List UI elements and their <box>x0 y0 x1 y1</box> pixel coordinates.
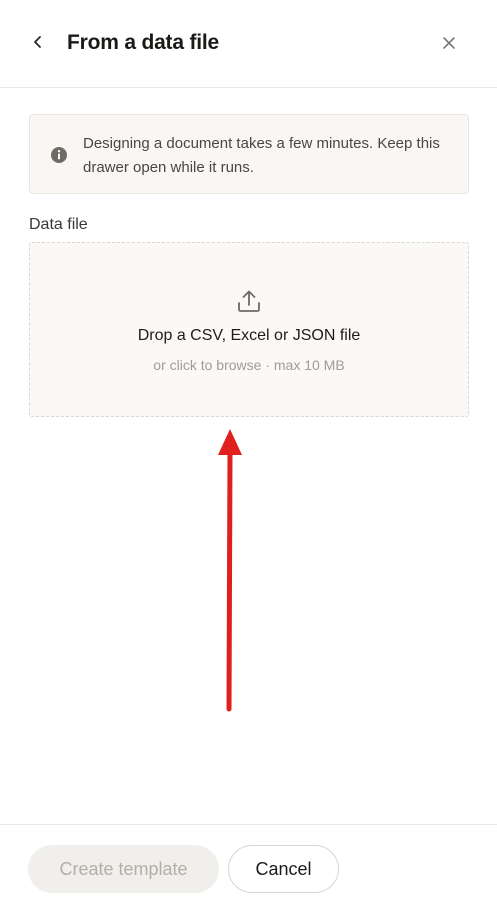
dropzone-title: Drop a CSV, Excel or JSON file <box>137 327 361 344</box>
cancel-button[interactable]: Cancel <box>228 845 339 893</box>
create-template-button[interactable]: Create template <box>28 845 219 893</box>
close-button[interactable] <box>437 31 461 55</box>
drawer-header: From a data file <box>0 0 497 88</box>
drawer: From a data file Designing a document ta… <box>0 0 497 911</box>
page-title: From a data file <box>67 31 220 54</box>
chevron-left-icon <box>34 36 41 48</box>
close-icon <box>443 37 455 49</box>
upload-icon <box>238 290 260 312</box>
notice-text: Designing a document takes a few minutes… <box>83 135 440 176</box>
data-file-label: Data file <box>29 216 88 233</box>
info-notice: Designing a document takes a few minutes… <box>29 114 469 194</box>
dropzone-subtitle: or click to browse · max 10 MB <box>153 357 345 373</box>
file-dropzone[interactable]: Drop a CSV, Excel or JSON file or click … <box>29 242 469 417</box>
info-icon <box>51 147 67 163</box>
back-button[interactable] <box>26 30 50 54</box>
red-arrow-annotation <box>218 429 242 712</box>
drawer-footer: Create template Cancel <box>0 824 497 911</box>
